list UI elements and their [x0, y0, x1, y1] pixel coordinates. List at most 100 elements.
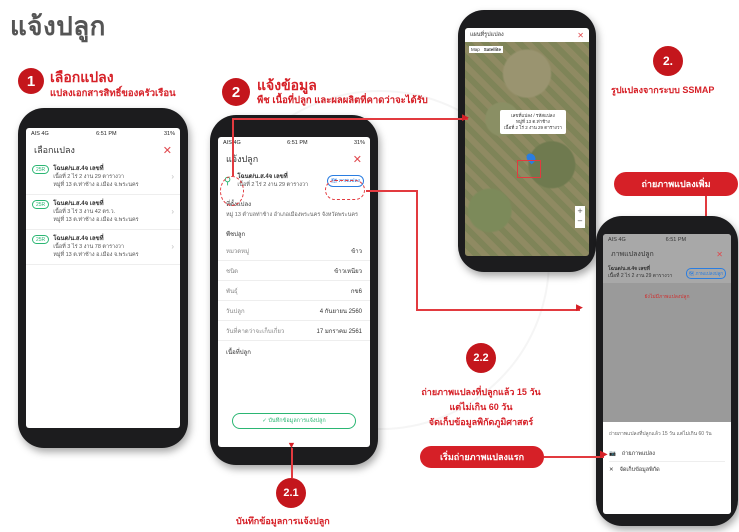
zoom-controls[interactable]: + − [575, 206, 585, 228]
step-2-badge: 2 [222, 78, 250, 106]
field-value: กข6 [350, 288, 362, 295]
field-variety[interactable]: พันธุ์ กข6 [218, 281, 370, 301]
plot-name: โฉนด/น.ส.4จ เลขที่ [608, 266, 650, 272]
plot-name: โฉนด/น.ส.4จ เลขที่ [53, 201, 104, 207]
crop-label: พืชปลูก [226, 232, 246, 238]
plot-list-item[interactable]: 25R โฉนด/น.ส.4จ เลขที่ เนื้อที่ 2 ไร่ 2 … [26, 160, 180, 195]
map-type-tabs: Map Satellite [469, 46, 504, 53]
arrow-line [291, 448, 293, 478]
tab-map[interactable]: Map [471, 47, 480, 52]
save-planting-button[interactable]: ✓ บันทึกข้อมูลการแจ้งปลูก [232, 413, 356, 429]
save-planting-label: ✓ บันทึกข้อมูลการแจ้งปลูก [262, 418, 326, 424]
carrier: AIS 4G [31, 131, 49, 137]
plot-list-item[interactable]: 25R โฉนด/น.ส.4จ เลขที่ เนื้อที่ 3 ไร่ 3 … [26, 195, 180, 230]
plot-address: หมู่ที่ 13 ต.ท่าช้าง อ.เมือง จ.พระนคร [53, 217, 139, 223]
step-1-badge: 1 [18, 68, 44, 94]
highlight-ring-pin [220, 176, 244, 206]
close-icon[interactable]: ✕ [716, 250, 723, 259]
popup-line: เลขที่แปลง / รหัสแปลง [511, 113, 555, 118]
carrier: AIS 4G [608, 237, 626, 243]
field-value: ข้าว [351, 248, 362, 255]
step-2-map-label: รูปแปลงจากระบบ SSMAP [611, 85, 715, 95]
plot-address: หมู่ที่ 13 ต.ท่าช้าง อ.เมือง จ.พระนคร [53, 252, 139, 258]
take-photo-label: ถ่ายภาพแปลง [621, 450, 655, 457]
camera-icon: 📷 [609, 450, 616, 457]
plot-area: เนื้อที่ 3 ไร่ 3 งาน 78 ตารางวา [53, 244, 124, 250]
area-label: เนื้อที่ปลูก [226, 350, 251, 356]
first-photo-pill: เริ่มถ่ายภาพแปลงแรก [420, 446, 544, 468]
phone-map: แผนที่รูปแปลง ✕ Map Satellite เลขที่แปลง… [458, 10, 596, 272]
arrow-line [232, 118, 468, 120]
location-text: หมู่ 13 ตำบลท่าช้าง อำเภอเมืองพระนคร จัง… [226, 212, 358, 218]
step-2-2-line: แต่ไม่เกิน 60 วัน [449, 402, 513, 412]
plot-badge: 25R [32, 165, 50, 174]
chevron-right-icon: › [171, 207, 174, 216]
field-type[interactable]: ชนิด ข้าวเหนียว [218, 261, 370, 281]
field-label: ชนิด [226, 268, 239, 275]
arrow-line [416, 309, 580, 311]
field-label: วันปลูก [226, 308, 245, 315]
plot-name: โฉนด/น.ส.4จ เลขที่ [53, 166, 104, 172]
popup-line: เนื้อที่ 2 ไร่ 2 งาน 29 ตารางวา [504, 125, 562, 130]
close-icon[interactable]: ✕ [353, 153, 362, 166]
plot-badge: 25R [32, 200, 50, 209]
add-photo-pill: ถ่ายภาพแปลงเพิ่ม [614, 172, 738, 196]
clock: 6:51 PM [287, 140, 308, 146]
plot-area: เนื้อที่ 2 ไร่ 2 งาน 29 ตารางวา [237, 182, 309, 188]
tab-satellite[interactable]: Satellite [484, 47, 501, 52]
photo-action-sheet: ถ่ายภาพแปลงที่ปลูกแล้ว 15 วัน แต่ไม่เกิน… [603, 422, 731, 514]
phone-report-planting: AIS 4G 6:51 PM 31% แจ้งปลูก ✕ ⚲ โฉนด/น.ส… [210, 115, 378, 465]
step-2-1-label: บันทึกข้อมูลการแจ้งปลูก [236, 516, 330, 526]
clock: 6:51 PM [665, 237, 687, 243]
field-category[interactable]: หมวดหมู่ ข้าว [218, 241, 370, 261]
status-bar: AIS 4G 6:51 PM 31% [26, 128, 180, 140]
step-2-2-line: ถ่ายภาพแปลงที่ปลูกแล้ว 15 วัน [421, 387, 541, 397]
step-1-subtitle: แปลงเอกสารสิทธิ์ของครัวเรือน [50, 88, 176, 99]
save-location-option[interactable]: ✕ จัดเก็บข้อมูลพิกัด [609, 462, 725, 478]
screen-title: แจ้งปลูก [226, 154, 259, 164]
plot-badge: 25R [32, 235, 50, 244]
save-location-label: จัดเก็บข้อมูลพิกัด [619, 467, 660, 473]
view-map-button[interactable]: 🗺 ภาพแปลงปลูก [685, 267, 726, 279]
plot-address: หมู่ที่ 13 ต.ท่าช้าง อ.เมือง จ.พระนคร [53, 182, 139, 188]
screen-title: เลือกแปลง [34, 145, 75, 155]
popup-line: หมู่ที่ 13 ต.ท่าช้าง [516, 119, 550, 124]
field-label: วันที่คาดว่าจะเก็บเกี่ยว [226, 328, 285, 335]
arrow-right-icon: ▶ [462, 112, 469, 122]
sheet-title: ถ่ายภาพแปลงที่ปลูกแล้ว 15 วัน แต่ไม่เกิน… [609, 431, 712, 437]
arrow-right-icon: ▶ [576, 302, 583, 312]
plot-area: เนื้อที่ 2 ไร่ 2 งาน 29 ตารางวา [608, 273, 673, 279]
field-harvest-date[interactable]: วันที่คาดว่าจะเก็บเกี่ยว 17 มกราคม 2561 [218, 321, 370, 341]
close-icon: ✕ [609, 467, 614, 473]
chevron-right-icon: › [171, 242, 174, 251]
step-2-map-badge: 2. [653, 46, 683, 76]
field-value: 4 กันยายน 2560 [319, 308, 362, 315]
step-2-1-badge: 2.1 [276, 478, 306, 508]
battery: 31% [353, 140, 365, 146]
close-icon[interactable]: ✕ [163, 144, 172, 157]
battery: 31% [163, 131, 175, 137]
plot-name: โฉนด/น.ส.4จ เลขที่ [53, 236, 104, 242]
screen-title: ภาพแปลงปลูก [611, 251, 654, 258]
clock: 6:51 PM [96, 131, 117, 137]
highlight-ring-map-button [325, 180, 365, 200]
field-plant-date[interactable]: วันปลูก 4 กันยายน 2560 [218, 301, 370, 321]
map-title: แผนที่รูปแปลง [470, 32, 504, 38]
step-2-subtitle: พืช เนื้อที่ปลูก และผลผลิตที่คาดว่าจะได้… [257, 95, 428, 106]
map-header: แผนที่รูปแปลง ✕ [465, 28, 589, 42]
map-popup: เลขที่แปลง / รหัสแปลง หมู่ที่ 13 ต.ท่าช้… [500, 110, 566, 134]
plot-name: โฉนด/น.ส.4จ เลขที่ [237, 174, 288, 180]
arrow-line [416, 190, 418, 310]
no-photo-text: ยังไม่มีภาพแปลงปลูก [644, 294, 690, 300]
step-2-2-badge: 2.2 [466, 343, 496, 373]
close-icon[interactable]: ✕ [577, 31, 584, 40]
chevron-right-icon: › [171, 172, 174, 181]
plot-list-item[interactable]: 25R โฉนด/น.ส.4จ เลขที่ เนื้อที่ 3 ไร่ 3 … [26, 230, 180, 265]
arrow-right-icon: ▶ [600, 449, 608, 460]
status-bar: AIS 4G 6:51 PM [603, 234, 731, 246]
arrow-line [366, 190, 418, 192]
plot-area: เนื้อที่ 3 ไร่ 3 งาน 42 ตร.ว. [53, 209, 116, 215]
field-value: ข้าวเหนียว [334, 268, 362, 275]
field-label: พันธุ์ [226, 288, 238, 295]
take-photo-option[interactable]: 📷 ถ่ายภาพแปลง [609, 446, 725, 462]
